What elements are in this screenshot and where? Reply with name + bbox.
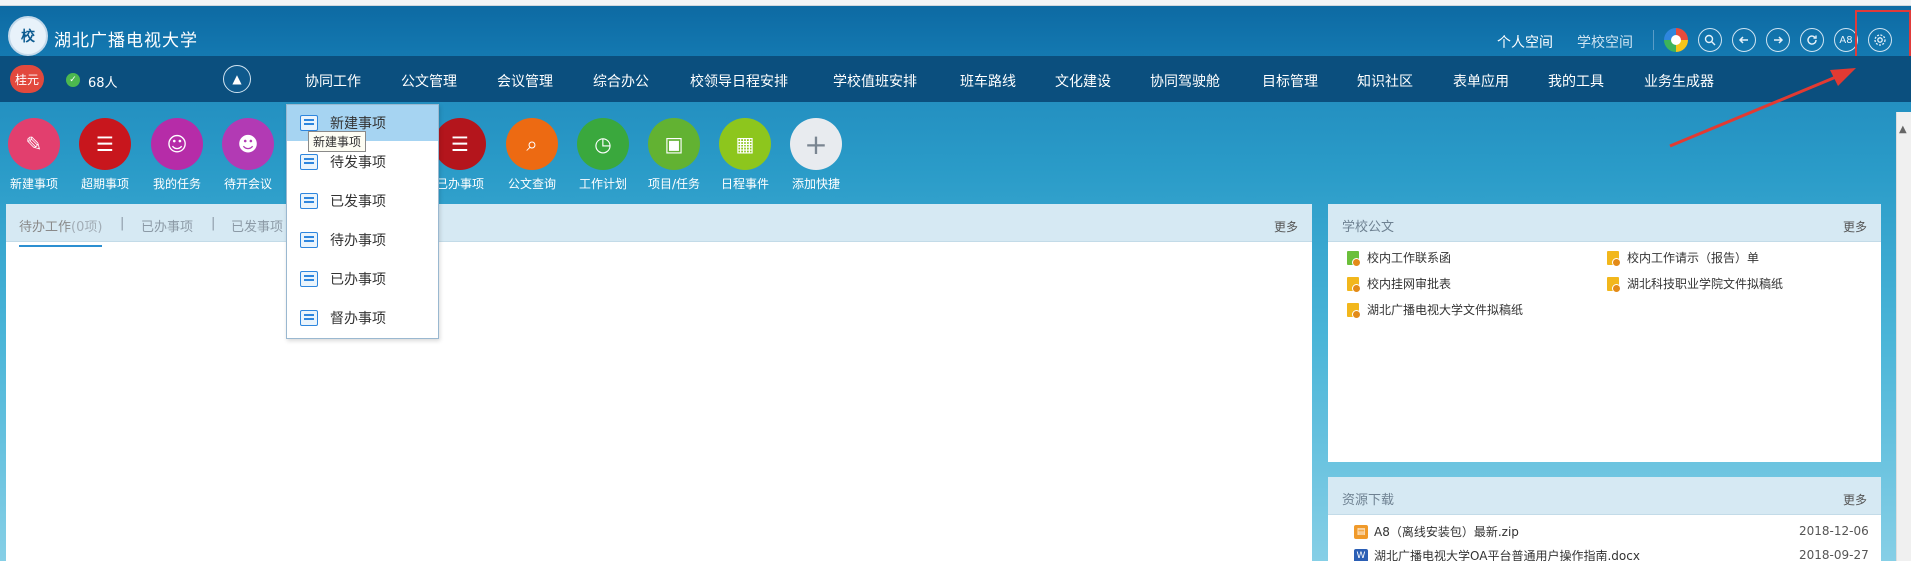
annotation-arrow: [1669, 68, 1856, 148]
